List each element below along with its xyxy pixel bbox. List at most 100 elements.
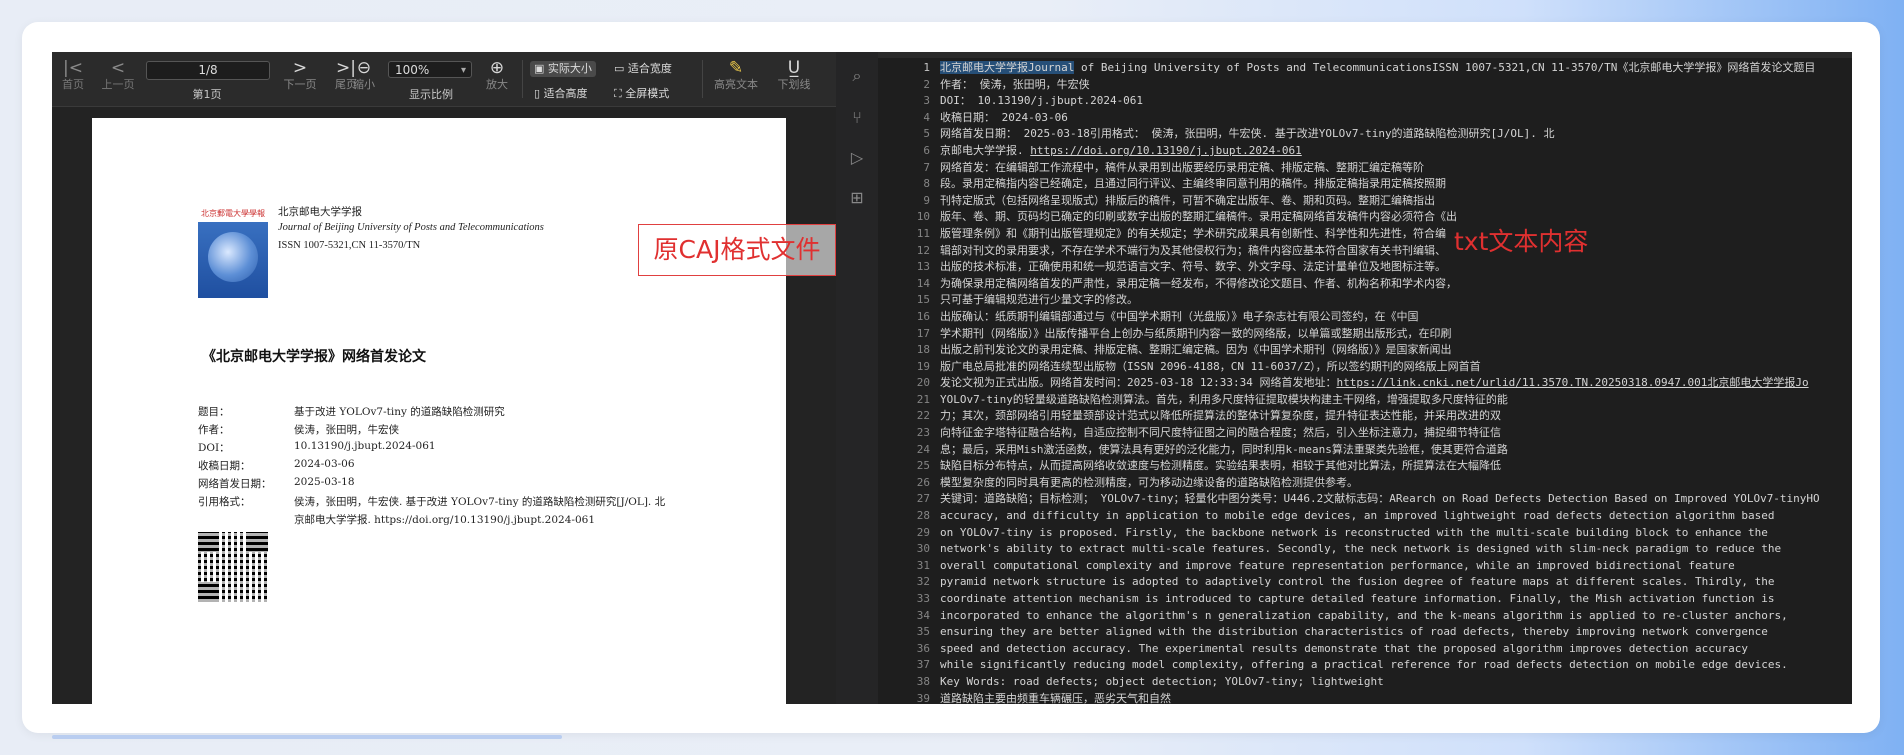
editor-line[interactable]: 缺陷目标分布特点，从而提高网络收敛速度与检测精度。实验结果表明，相较于其他对比算… — [940, 458, 1820, 475]
selected-text[interactable]: 北京邮电大学学报Journal — [940, 61, 1075, 74]
extensions-icon[interactable]: ⊞ — [847, 188, 867, 208]
text-editor[interactable]: 1 2 3 4 5 6 7 8 9 10 11 12 13 14 15 16 17 18 19 20 21 22 23 24 2… — [878, 52, 1852, 704]
editor-line[interactable]: 北京邮电大学学报Journal of Beijing University of… — [940, 60, 1820, 77]
editor-line[interactable]: incorporated to enhance the algorithm's … — [940, 608, 1820, 625]
editor-line[interactable]: 辑部对刊文的录用要求，不存在学术不端行为及其他侵权行为；稿件内容应基本符合国家有… — [940, 243, 1820, 260]
line-text: 作者： 侯涛，张田明，牛宏侠 — [940, 77, 1090, 91]
meta-key: 作者： — [198, 424, 230, 436]
line-number: 21 — [916, 392, 930, 406]
editor-line[interactable]: 段。录用定稿指内容已经确定，且通过同行评议、主编终审同意刊用的稿件。排版定稿指录… — [940, 176, 1820, 193]
editor-line[interactable]: 收稿日期： 2024-03-06 — [940, 110, 1820, 127]
line-number: 22 — [916, 409, 930, 423]
editor-text[interactable]: 北京邮电大学学报Journal of Beijing University of… — [940, 60, 1820, 704]
line-number: 26 — [916, 475, 930, 489]
zoom-value: 100% — [395, 63, 430, 77]
editor-line[interactable]: YOLOv7-tiny的轻量级道路缺陷检测算法。首先，利用多尺度特征提取模块构建… — [940, 392, 1820, 409]
zoom-select[interactable]: 100% ▾ — [388, 61, 472, 78]
editor-line[interactable]: 力；其次，颈部网络引用轻量颈部设计范式以降低所提算法的整体计算复杂度，提升特征表… — [940, 408, 1820, 425]
zoom-in-button[interactable]: ⊕ 放大 — [482, 58, 512, 91]
editor-line[interactable]: overall computational complexity and imp… — [940, 558, 1820, 575]
line-text: 发论文视为正式出版。网络首发时间：2025-03-18 12:33:34 网络首… — [940, 376, 1337, 390]
editor-line[interactable]: 京邮电大学学报. https://doi.org/10.13190/j.jbup… — [940, 143, 1820, 160]
fit-height-label: 适合高度 — [543, 87, 588, 100]
editor-line[interactable]: 版管理条例》和《期刊出版管理规定》的有关规定；学术研究成果具有创新性、科学性和先… — [940, 226, 1820, 243]
screenshot-composite: |< 首页 < 上一页 1/8 第1页 > 下一页 >| 尾页 ⊖ 缩小 100… — [52, 52, 1852, 704]
line-number: 7 — [923, 160, 930, 174]
fit-height-button[interactable]: ▯ 适合高度 — [534, 86, 588, 102]
meta-value: 基于改进 YOLOv7-tiny 的道路缺陷检测研究 — [294, 406, 505, 418]
editor-line[interactable]: on YOLOv7-tiny is proposed. Firstly, the… — [940, 525, 1820, 542]
editor-line[interactable]: 网络首发日期： 2025-03-18引用格式： 侯涛，张田明，牛宏侠. 基于改进… — [940, 126, 1820, 143]
editor-line[interactable]: 出版确认：纸质期刊编辑部通过与《中国学术期刊（光盘版）》电子杂志社有限公司签约，… — [940, 309, 1820, 326]
prev-page-button[interactable]: < 上一页 — [96, 58, 140, 92]
fullscreen-label: 全屏模式 — [625, 87, 670, 100]
meta-value: 京邮电大学学报. https://doi.org/10.13190/j.jbup… — [294, 514, 595, 526]
editor-line[interactable]: while significantly reducing model compl… — [940, 657, 1820, 674]
line-number: 35 — [916, 625, 930, 639]
editor-line[interactable]: 只可基于编辑规范进行少量文字的修改。 — [940, 292, 1820, 309]
editor-line[interactable]: 息；最后，采用Mish激活函数，使算法具有更好的泛化能力，同时利用k-means… — [940, 442, 1820, 459]
zoom-out-button[interactable]: ⊖ 缩小 — [346, 58, 382, 91]
editor-line[interactable]: speed and detection accuracy. The experi… — [940, 641, 1820, 658]
journal-cover-image: 北京郵電大學學報 — [198, 204, 268, 298]
editor-line[interactable]: 学术期刊（网络版）》出版传播平台上创办与纸质期刊内容一致的网络版，以单篇或整期出… — [940, 326, 1820, 343]
meta-key: 收稿日期： — [198, 460, 251, 472]
editor-line[interactable]: accuracy, and difficulty in application … — [940, 508, 1820, 525]
line-number: 2 — [923, 77, 930, 91]
actual-size-button[interactable]: ▣ 实际大小 — [530, 61, 596, 77]
page-number-input[interactable]: 1/8 — [146, 61, 270, 80]
editor-line[interactable]: 关键词：道路缺陷；目标检测； YOLOv7-tiny；轻量化中图分类号：U446… — [940, 491, 1820, 508]
qr-code — [198, 532, 268, 602]
meta-value: 2025-03-18 — [294, 476, 355, 488]
fullscreen-button[interactable]: ⛶ 全屏模式 — [614, 86, 669, 102]
meta-key: 引用格式： — [198, 496, 251, 508]
editor-line[interactable]: 道路缺陷主要由频重车辆碾压，恶劣天气和自然 — [940, 691, 1820, 704]
document-heading: 《北京邮电大学学报》网络首发论文 — [202, 349, 426, 365]
link-text[interactable]: https://link.cnki.net/urlid/11.3570.TN.2… — [1336, 376, 1808, 389]
cover-band: 北京郵電大學學報 — [198, 204, 268, 222]
editor-line[interactable]: 版广电总局批准的网络连续型出版物（ISSN 2096-4188，CN 11-60… — [940, 359, 1820, 376]
line-number: 8 — [923, 177, 930, 191]
meta-value: 10.13190/j.jbupt.2024-061 — [294, 440, 436, 452]
meta-value: 侯涛，张田明，牛宏侠 — [294, 424, 399, 436]
editor-line[interactable]: 发论文视为正式出版。网络首发时间：2025-03-18 12:33:34 网络首… — [940, 375, 1820, 392]
editor-line[interactable]: network's ability to extract multi-scale… — [940, 541, 1820, 558]
editor-line[interactable]: 向特征金字塔特征融合结构，自适应控制不同尺度特征图之间的融合程度；然后，引入坐标… — [940, 425, 1820, 442]
meta-value: 2024-03-06 — [294, 458, 355, 470]
underline-button[interactable]: U̲ 下划线 — [772, 58, 816, 91]
next-page-button[interactable]: > 下一页 — [278, 58, 322, 91]
editor-line[interactable]: 出版的技术标准，正确使用和统一规范语言文字、符号、数字、外文字母、法定计量单位及… — [940, 259, 1820, 276]
link-text[interactable]: https://doi.org/10.13190/j.jbupt.2024-06… — [1030, 144, 1302, 157]
line-text: 收稿日期： 2024-03-06 — [940, 110, 1068, 124]
line-number: 29 — [916, 525, 930, 539]
editor-line[interactable]: 网络首发：在编辑部工作流程中，稿件从录用到出版要经历录用定稿、排版定稿、整期汇编… — [940, 160, 1820, 177]
first-page-button[interactable]: |< 首页 — [58, 58, 88, 92]
line-number: 9 — [923, 193, 930, 207]
fit-width-button[interactable]: ▭ 适合宽度 — [614, 61, 672, 77]
editor-line[interactable]: 刊特定版式（包括网络呈现版式）排版后的稿件，可暂不确定出版年、卷、期和页码。整期… — [940, 193, 1820, 210]
editor-line[interactable]: 作者： 侯涛，张田明，牛宏侠 — [940, 77, 1820, 94]
editor-line[interactable]: DOI： 10.13190/j.jbupt.2024-061 — [940, 93, 1820, 110]
editor-line[interactable]: 模型复杂度的同时具有更高的检测精度，可为移动边缘设备的道路缺陷检测提供参考。 — [940, 475, 1820, 492]
source-control-icon[interactable]: ⑂ — [847, 108, 867, 128]
line-number: 34 — [916, 608, 930, 622]
search-icon[interactable]: ⌕ — [847, 66, 867, 86]
line-number: 25 — [916, 459, 930, 473]
editor-line[interactable]: 版年、卷、期、页码均已确定的印刷或数字出版的整期汇编稿件。录用定稿网络首发稿件内… — [940, 209, 1820, 226]
first-page-label: 首页 — [62, 78, 84, 91]
editor-line[interactable]: 为确保录用定稿网络首发的严肃性，录用定稿一经发布，不得修改论文题目、作者、机构名… — [940, 276, 1820, 293]
editor-line[interactable]: 出版之前刊发论文的录用定稿、排版定稿、整期汇编定稿。因为《中国学术期刊（网络版）… — [940, 342, 1820, 359]
run-debug-icon[interactable]: ▷ — [847, 148, 867, 168]
line-number: 4 — [923, 110, 930, 124]
editor-line[interactable]: pyramid network structure is adopted to … — [940, 574, 1820, 591]
meta-key: 题目： — [198, 406, 230, 418]
line-number: 36 — [916, 641, 930, 655]
editor-line[interactable]: Key Words: road defects; object detectio… — [940, 674, 1820, 691]
line-text: ensuring they are better aligned with th… — [940, 625, 1768, 639]
editor-line[interactable]: ensuring they are better aligned with th… — [940, 624, 1820, 641]
zoom-in-icon: ⊕ — [489, 58, 505, 78]
line-number: 31 — [916, 558, 930, 572]
page-scroll-indicator[interactable] — [52, 735, 562, 739]
editor-line[interactable]: coordinate attention mechanism is introd… — [940, 591, 1820, 608]
highlight-button[interactable]: ✎ 高亮文本 — [710, 58, 762, 91]
